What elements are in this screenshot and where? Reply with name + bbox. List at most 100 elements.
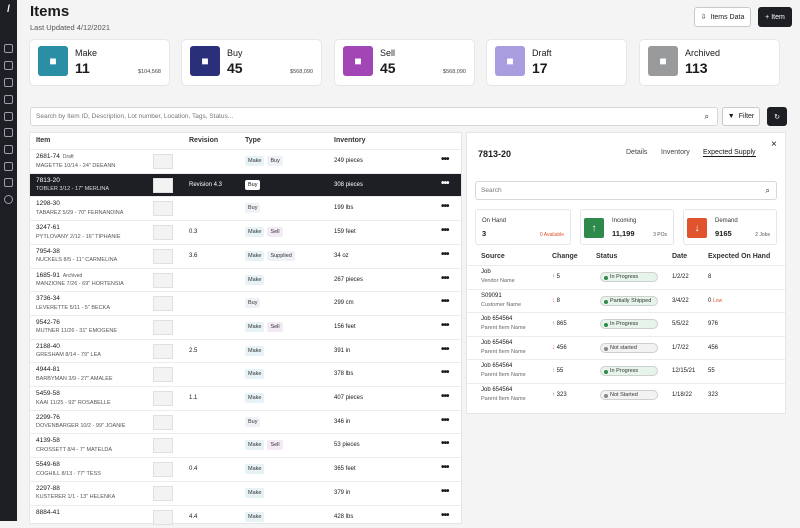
summary-card-draft[interactable]: ■Draft17 xyxy=(487,40,626,85)
table-row[interactable]: 1298-30TABAREZ 5/29 - 70" FERNANDINABuy1… xyxy=(30,196,461,220)
arrow-down-icon: ↓ xyxy=(552,345,555,351)
source-sub: Parent Item Name xyxy=(481,349,526,355)
table-row[interactable]: 7954-38NUCKELS 8/5 - 11" CARMELINA3.6Mak… xyxy=(30,244,461,268)
table-row[interactable]: 3736-34LEVERETTE 5/11 - 5" BECKABuy299 c… xyxy=(30,291,461,315)
change-value: 865 xyxy=(557,321,567,327)
more-icon[interactable]: ••• xyxy=(441,344,449,355)
item-inventory: 34 oz xyxy=(334,253,349,259)
item-inventory: 156 feet xyxy=(334,324,356,330)
people-icon[interactable] xyxy=(4,78,13,87)
table-row[interactable]: 2297-88KUSTERER 1/1 - 13" HELENKAMake379… xyxy=(30,481,461,505)
item-id: 4944-81 xyxy=(36,366,60,373)
cart-icon[interactable] xyxy=(4,61,13,70)
search-input[interactable]: Search by Item ID, Description, Lot numb… xyxy=(30,107,718,126)
more-icon[interactable]: ••• xyxy=(441,486,449,497)
table-row[interactable]: 4944-81BARBYMAN 3/9 - 27" AMALEEMake378 … xyxy=(30,362,461,386)
more-icon[interactable]: ••• xyxy=(441,178,449,189)
more-icon[interactable]: ••• xyxy=(441,273,449,284)
more-icon[interactable]: ••• xyxy=(441,249,449,260)
box-icon[interactable] xyxy=(4,162,13,171)
item-thumbnail xyxy=(153,391,173,406)
calendar-icon[interactable] xyxy=(4,95,13,104)
table-row[interactable]: 1685-91ArchivedMANZIONE 7/26 - 69" HORTE… xyxy=(30,268,461,292)
table-row[interactable]: 7813-20TOBLER 3/12 - 17" MERLINARevision… xyxy=(30,173,461,197)
table-row[interactable]: 5549-68COGHILL 8/13 - 77" TESS0.4Make365… xyxy=(30,457,461,481)
supply-row[interactable]: S09091Customer Name↓ 8Partially Shipped3… xyxy=(467,289,785,313)
item-thumbnail xyxy=(153,367,173,382)
card-amount: $104,568 xyxy=(138,69,161,75)
item-name: BARBYMAN 3/9 - 27" AMALEE xyxy=(36,376,113,382)
more-icon[interactable]: ••• xyxy=(441,438,449,449)
status-badge: Partially Shipped xyxy=(600,296,658,306)
col-expected-on-hand: Expected On Hand xyxy=(708,253,770,260)
search-icon[interactable]: ⌕ xyxy=(705,112,709,122)
item-id: 2299-76 xyxy=(36,414,60,421)
item-name: TOBLER 3/12 - 17" MERLINA xyxy=(36,186,109,192)
item-thumbnail xyxy=(153,486,173,501)
item-thumbnail xyxy=(153,320,173,335)
filter-button[interactable]: ▼Filter xyxy=(722,107,760,126)
list-icon[interactable] xyxy=(4,178,13,187)
type-tag: Sell xyxy=(267,322,282,332)
table-row[interactable]: 2299-76DOVENBARGER 10/2 - 99" JOANIEBuy3… xyxy=(30,410,461,434)
more-icon[interactable]: ••• xyxy=(441,462,449,473)
summary-card-make[interactable]: ■Make11$104,568 xyxy=(30,40,169,85)
table-row[interactable]: 3247-61PYTLOVANY 2/12 - 16" TIPHANIE0.3M… xyxy=(30,220,461,244)
panel-search-input[interactable]: Search⌕ xyxy=(475,181,777,200)
settings-icon[interactable] xyxy=(4,195,13,204)
tab-inventory[interactable]: Inventory xyxy=(661,149,690,156)
more-icon[interactable]: ••• xyxy=(441,415,449,426)
search-icon[interactable]: ⌕ xyxy=(766,186,770,196)
arrow-up-icon: ↑ xyxy=(584,218,604,238)
table-row[interactable]: 5459-58KAAI 11/25 - 92" ROSABELLE1.1Make… xyxy=(30,386,461,410)
close-icon[interactable]: × xyxy=(771,139,777,150)
arrow-up-icon: ↑ xyxy=(552,274,555,280)
more-icon[interactable]: ••• xyxy=(441,320,449,331)
item-name: DOVENBARGER 10/2 - 99" JOANIE xyxy=(36,423,125,429)
activity-icon[interactable] xyxy=(4,112,13,121)
more-icon[interactable]: ••• xyxy=(441,225,449,236)
add-item-button[interactable]: + Item xyxy=(758,7,792,27)
item-inventory: 159 feet xyxy=(334,229,356,235)
card-label: Archived xyxy=(685,48,720,58)
item-inventory: 299 cm xyxy=(334,300,354,306)
more-icon[interactable]: ••• xyxy=(441,391,449,402)
table-row[interactable]: 8884-414.4Make428 lbs••• xyxy=(30,505,461,528)
download-icon: ⇩ xyxy=(701,13,707,21)
supply-row[interactable]: JobVendor Name↑ 5In Progress1/2/228 xyxy=(467,265,785,289)
summary-card-archived[interactable]: ■Archived113 xyxy=(640,40,779,85)
gear-icon: ■ xyxy=(38,46,68,76)
table-row[interactable]: 9542-76MUTNER 11/26 - 31" EMOGENEMakeSel… xyxy=(30,315,461,339)
table-row[interactable]: 2681-74DraftMAGETTE 10/14 - 24" DEEANNMa… xyxy=(30,149,461,173)
more-icon[interactable]: ••• xyxy=(441,367,449,378)
supply-row[interactable]: Job 654564Parent Item Name↑ 323Not Start… xyxy=(467,383,785,407)
truck-icon[interactable] xyxy=(4,128,13,137)
grid-icon[interactable] xyxy=(4,44,13,53)
table-row[interactable]: 4139-58CROSSETT 8/4 - 7" MATELDAMakeSell… xyxy=(30,433,461,457)
more-icon[interactable]: ••• xyxy=(441,510,449,521)
item-detail-panel: 7813-20 Details Inventory Expected Suppl… xyxy=(467,133,785,413)
supply-row[interactable]: Job 654564Parent Item Name↓ 456Not start… xyxy=(467,336,785,360)
summary-card-buy[interactable]: ■Buy45$568,090 xyxy=(182,40,321,85)
supply-row[interactable]: Job 654564Parent Item Name↑ 55In Progres… xyxy=(467,359,785,383)
item-inventory: 199 lbs xyxy=(334,205,353,211)
item-thumbnail xyxy=(153,225,173,240)
supply-row[interactable]: Job 654564Parent Item Name↑ 865In Progre… xyxy=(467,312,785,336)
col-inventory: Inventory xyxy=(334,137,366,144)
table-row[interactable]: 2188-40GRESHAM 8/14 - 79" LEA2.5Make391 … xyxy=(30,339,461,363)
more-icon[interactable]: ••• xyxy=(441,154,449,165)
item-id: 2297-88 xyxy=(36,485,60,492)
item-revision: 3.6 xyxy=(189,253,197,259)
tab-expected-supply[interactable]: Expected Supply xyxy=(703,149,756,157)
more-icon[interactable]: ••• xyxy=(441,201,449,212)
item-name: LEVERETTE 5/11 - 5" BECKA xyxy=(36,305,110,311)
refresh-button[interactable]: ↻ xyxy=(767,107,787,126)
more-icon[interactable]: ••• xyxy=(441,296,449,307)
tab-details[interactable]: Details xyxy=(626,149,647,156)
summary-card-sell[interactable]: ■Sell45$568,090 xyxy=(335,40,474,85)
card-amount: $568,090 xyxy=(443,69,466,75)
package-icon[interactable] xyxy=(4,145,13,154)
expected-on-hand: 8 xyxy=(708,274,711,280)
expected-on-hand: 0 xyxy=(708,298,711,304)
items-data-button[interactable]: ⇩Items Data xyxy=(694,7,751,27)
